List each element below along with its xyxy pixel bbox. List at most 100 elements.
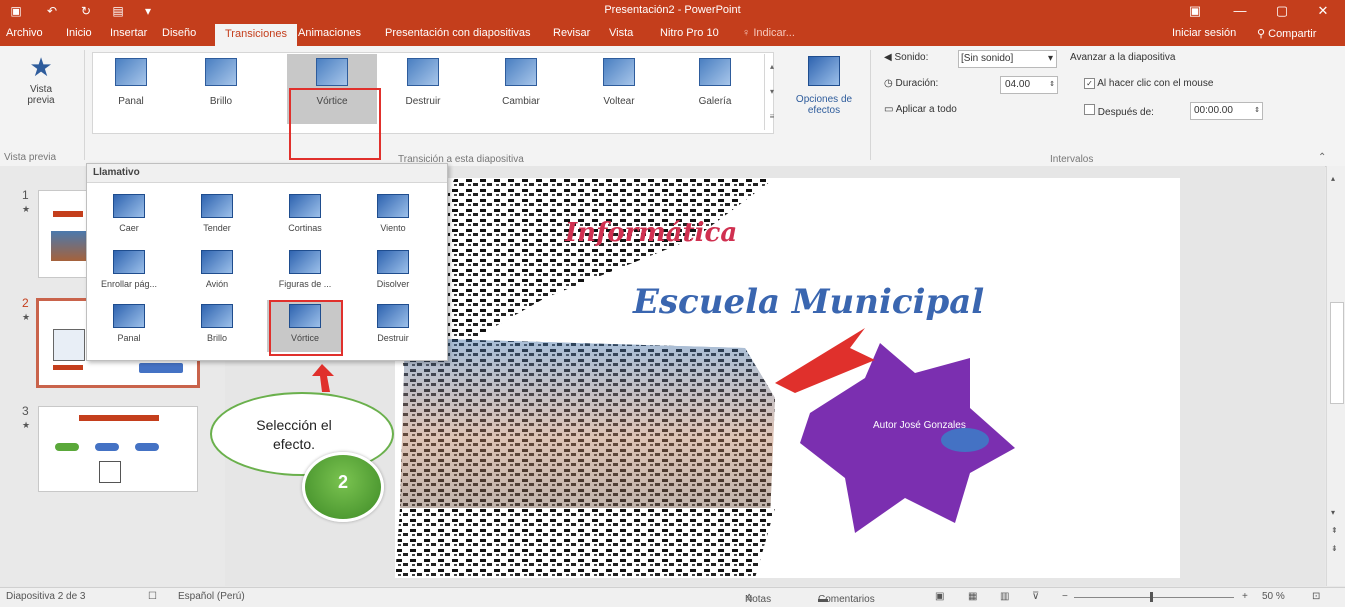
previous-slide-icon[interactable]: ⇞	[1331, 526, 1338, 535]
zoom-out-icon[interactable]: −	[1062, 591, 1068, 602]
after-checkbox[interactable]: Después de:	[1084, 104, 1154, 118]
ribbon-tabs: Archivo Inicio Insertar Diseño Transicio…	[0, 22, 1345, 46]
preview-button[interactable]: ★ Vista previa	[6, 52, 76, 142]
gallery-item-panal[interactable]: Panal	[100, 54, 162, 124]
tab-vista[interactable]: Vista	[609, 27, 633, 39]
gallery-item-cambiar[interactable]: Cambiar	[490, 54, 552, 124]
scroll-down-icon[interactable]: ▾	[1331, 508, 1335, 517]
dropdown-item-disolver[interactable]: Disolver	[355, 246, 431, 298]
sound-row: ◀ Sonido:	[884, 52, 929, 63]
divider	[870, 50, 871, 160]
vertical-scrollbar[interactable]: ▴ ▾ ⇞ ⇟	[1326, 166, 1345, 586]
gallery-item-voltear[interactable]: Voltear	[588, 54, 650, 124]
tab-insertar[interactable]: Insertar	[110, 27, 147, 39]
highlight-box-dropdown	[269, 300, 343, 356]
tab-revisar[interactable]: Revisar	[553, 27, 590, 39]
duration-row: ◷ Duración:	[884, 78, 939, 89]
dropdown-item-panal[interactable]: Panal	[91, 300, 167, 352]
minimize-button[interactable]: —	[1220, 0, 1260, 22]
zoom-slider[interactable]	[1074, 597, 1234, 598]
dropdown-item-destruir[interactable]: Destruir	[355, 300, 431, 352]
maximize-button[interactable]: ▢	[1262, 0, 1302, 22]
thumb-title-bar	[79, 415, 159, 421]
dropdown-item-viento[interactable]: Viento	[355, 190, 431, 242]
dropdown-heading-bar	[87, 164, 447, 183]
galeria-icon	[699, 58, 731, 86]
close-button[interactable]: ✕	[1303, 0, 1343, 22]
sign-in-link[interactable]: Iniciar sesión	[1172, 27, 1236, 39]
tender-icon	[201, 194, 233, 218]
disolver-icon	[377, 250, 409, 274]
slide-sorter-icon[interactable]: ▦	[968, 591, 977, 602]
slide-number: 3	[22, 404, 29, 418]
dropdown-item-enrollar[interactable]: Enrollar pág...	[91, 246, 167, 298]
transition-dropdown-gallery: Llamativo Caer Tender Cortinas Viento En…	[86, 163, 448, 361]
author-label: Autor José Gonzales	[873, 420, 966, 431]
effect-options-button[interactable]: Opciones de efectos	[786, 52, 862, 146]
language-label[interactable]: Español (Perú)	[178, 591, 245, 602]
duration-input[interactable]: 04.00 ⇕	[1000, 76, 1058, 94]
tab-animaciones[interactable]: Animaciones	[298, 27, 361, 39]
person-icon: ⚲	[1257, 28, 1269, 40]
enrollar-icon	[113, 250, 145, 274]
star-preview-icon: ★	[29, 52, 53, 82]
dropdown-item-caer[interactable]: Caer	[91, 190, 167, 242]
slideshow-icon[interactable]: ⊽	[1032, 591, 1039, 602]
ribbon-display-icon[interactable]: ▣	[1175, 0, 1215, 22]
tab-diseno[interactable]: Diseño	[162, 27, 196, 39]
dropdown-item-tender[interactable]: Tender	[179, 190, 255, 242]
sound-select[interactable]: [Sin sonido] ▾	[958, 50, 1057, 68]
zoom-level[interactable]: 50 %	[1262, 591, 1285, 602]
tab-archivo[interactable]: Archivo	[6, 27, 43, 39]
zoom-in-icon[interactable]: +	[1242, 591, 1248, 602]
slide-thumbnail-3[interactable]	[38, 406, 198, 492]
tab-inicio[interactable]: Inicio	[66, 27, 92, 39]
reading-view-icon[interactable]: ▥	[1000, 591, 1009, 602]
tell-me-search[interactable]: ♀ Indicar...	[742, 27, 795, 39]
scroll-thumb[interactable]	[1330, 302, 1344, 404]
figuras-icon	[289, 250, 321, 274]
window-title: Presentación2 - PowerPoint	[604, 4, 741, 16]
gallery-item-brillo[interactable]: Brillo	[190, 54, 252, 124]
dropdown-item-figuras[interactable]: Figuras de ...	[267, 246, 343, 298]
divider	[84, 50, 85, 160]
next-slide-icon[interactable]: ⇟	[1331, 544, 1338, 553]
spelling-icon[interactable]: ☐	[148, 591, 157, 602]
panal-icon	[113, 304, 145, 328]
vortice-icon	[316, 58, 348, 86]
gallery-scroll[interactable]: ▴ ▾ ≡	[764, 54, 779, 130]
effect-options-icon	[808, 56, 840, 86]
sound-icon: ◀	[884, 52, 895, 63]
normal-view-icon[interactable]: ▣	[935, 591, 944, 602]
dropdown-item-avion[interactable]: Avión	[179, 246, 255, 298]
step-number: 2	[337, 472, 348, 492]
thumb-computer	[99, 461, 121, 483]
gallery-item-galeria[interactable]: Galería	[684, 54, 746, 124]
collapse-ribbon-icon[interactable]: ⌃	[1318, 152, 1326, 163]
scroll-up-icon[interactable]: ▴	[1331, 174, 1335, 183]
dropdown-item-cortinas[interactable]: Cortinas	[267, 190, 343, 242]
after-input[interactable]: 00:00.00 ⇕	[1190, 102, 1263, 120]
ribbon: ★ Vista previa Vista previa Panal Brillo…	[0, 46, 1345, 167]
share-button[interactable]: ⚲ Compartir	[1257, 27, 1316, 40]
vortex-transition-image	[395, 178, 1015, 578]
tab-nitro[interactable]: Nitro Pro 10	[660, 27, 719, 39]
gallery-item-destruir[interactable]: Destruir	[392, 54, 454, 124]
current-slide[interactable]: Informática Escuela Municipal Autor José…	[395, 178, 1180, 578]
brillo-icon	[205, 58, 237, 86]
tab-presentacion[interactable]: Presentación con diapositivas	[385, 27, 531, 39]
on-click-checkbox[interactable]: ✓ Al hacer clic con el mouse	[1084, 78, 1213, 89]
dropdown-item-brillo[interactable]: Brillo	[179, 300, 255, 352]
title-bar: ▣ ↶ ↻ ▤ ▾ Presentación2 - PowerPoint ▣ —…	[0, 0, 1345, 22]
fit-slide-icon[interactable]: ⊡	[1312, 591, 1320, 602]
apply-all-icon: ▭	[884, 104, 896, 115]
apply-all-button[interactable]: ▭ Aplicar a todo	[884, 104, 957, 115]
caer-icon	[113, 194, 145, 218]
tab-transiciones[interactable]: Transiciones	[215, 24, 297, 46]
checkbox-empty-icon	[1084, 104, 1095, 115]
advance-label: Avanzar a la diapositiva	[1070, 52, 1176, 63]
zoom-slider-thumb[interactable]	[1150, 592, 1153, 602]
destruir-icon	[377, 304, 409, 328]
callout-text: Selección el efecto.	[256, 417, 332, 452]
thumb-title-bar	[53, 211, 83, 217]
